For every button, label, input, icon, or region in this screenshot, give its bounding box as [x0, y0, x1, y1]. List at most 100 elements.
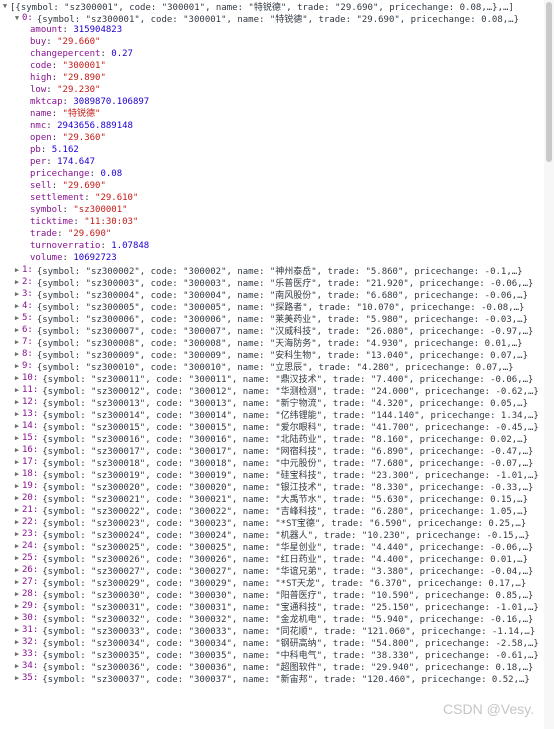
collapsed-item-row[interactable]: ▶ 35: {symbol: "sz300037", code: "300037",… — [0, 672, 554, 685]
collapse-triangle-icon[interactable]: ▶ — [12, 266, 22, 274]
collapse-triangle-icon[interactable]: ▶ — [12, 614, 22, 622]
collapse-triangle-icon[interactable]: ▶ — [12, 626, 22, 634]
field-value: 10692723 — [73, 253, 117, 263]
collapsed-item-row[interactable]: ▶ 2: {symbol: "sz300003", code: "300003", … — [0, 276, 554, 289]
collapsed-item-row[interactable]: ▶ 7: {symbol: "sz300008", code: "300008", … — [0, 336, 554, 349]
collapsed-item-row[interactable]: ▶ 20: {symbol: "sz300021", code: "300021",… — [0, 492, 554, 505]
field-row: symbol: "sz300001" — [30, 205, 128, 215]
collapse-triangle-icon[interactable]: ▶ — [12, 338, 22, 346]
collapsed-item-row[interactable]: ▶ 1: {symbol: "sz300002", code: "300002", … — [0, 264, 554, 277]
item-index: 32: — [22, 637, 39, 647]
field-value: 1.07848 — [111, 241, 150, 251]
collapse-triangle-icon[interactable]: ▶ — [12, 386, 22, 394]
collapsed-item-row[interactable]: ▶ 22: {symbol: "sz300023", code: "300023",… — [0, 516, 554, 529]
item-index: 11: — [22, 385, 39, 395]
collapsed-item-row[interactable]: ▶ 32: {symbol: "sz300034", code: "300034",… — [0, 636, 554, 649]
collapse-triangle-icon[interactable]: ▶ — [12, 662, 22, 670]
field-row: pb: 5.162 — [30, 145, 79, 155]
collapsed-item-row[interactable]: ▶ 25: {symbol: "sz300026", code: "300026",… — [0, 552, 554, 565]
collapsed-item-row[interactable]: ▶ 19: {symbol: "sz300020", code: "300020",… — [0, 480, 554, 493]
expand-triangle-icon[interactable]: ▼ — [0, 2, 10, 10]
collapsed-item-row[interactable]: ▶ 17: {symbol: "sz300018", code: "300018",… — [0, 456, 554, 469]
field-row: per: 174.647 — [30, 157, 96, 167]
collapse-triangle-icon[interactable]: ▶ — [12, 350, 22, 358]
collapse-triangle-icon[interactable]: ▶ — [12, 530, 22, 538]
collapse-triangle-icon[interactable]: ▶ — [12, 554, 22, 562]
collapse-triangle-icon[interactable]: ▶ — [12, 458, 22, 466]
collapsed-item-row[interactable]: ▶ 18: {symbol: "sz300019", code: "300019",… — [0, 468, 554, 481]
collapse-triangle-icon[interactable]: ▶ — [12, 374, 22, 382]
collapse-triangle-icon[interactable]: ▶ — [12, 482, 22, 490]
collapse-triangle-icon[interactable]: ▶ — [12, 674, 22, 682]
collapsed-item-row[interactable]: ▶ 21: {symbol: "sz300022", code: "300022",… — [0, 504, 554, 517]
collapsed-item-row[interactable]: ▶ 3: {symbol: "sz300004", code: "300004", … — [0, 288, 554, 301]
collapse-triangle-icon[interactable]: ▶ — [12, 434, 22, 442]
collapse-triangle-icon[interactable]: ▶ — [12, 278, 22, 286]
scrollbar-thumb[interactable] — [546, 2, 552, 162]
collapsed-item-row[interactable]: ▶ 31: {symbol: "sz300033", code: "300033",… — [0, 624, 554, 637]
collapse-triangle-icon[interactable]: ▶ — [12, 638, 22, 646]
collapsed-item-row[interactable]: ▶ 23: {symbol: "sz300024", code: "300024",… — [0, 528, 554, 541]
collapsed-item-row[interactable]: ▶ 12: {symbol: "sz300013", code: "300013",… — [0, 396, 554, 409]
item-index: 16: — [22, 445, 39, 455]
root-array-line[interactable]: ▼ [{symbol: "sz300001", code: "300001", … — [0, 0, 554, 13]
field-key: turnoverratio — [30, 241, 101, 251]
item-index: 26: — [22, 565, 39, 575]
collapse-triangle-icon[interactable]: ▶ — [12, 362, 22, 370]
collapse-triangle-icon[interactable]: ▶ — [12, 566, 22, 574]
item-index: 30: — [22, 613, 39, 623]
field-key: pricechange — [30, 169, 90, 179]
collapse-triangle-icon[interactable]: ▶ — [12, 290, 22, 298]
collapsed-item-row[interactable]: ▶ 34: {symbol: "sz300036", code: "300036",… — [0, 660, 554, 673]
item-index: 29: — [22, 601, 39, 611]
field-key: buy — [30, 37, 47, 47]
collapse-triangle-icon[interactable]: ▶ — [12, 302, 22, 310]
item-index: 1: — [22, 265, 33, 275]
field-row: mktcap: 3089870.106897 — [30, 97, 150, 107]
collapsed-item-row[interactable]: ▶ 30: {symbol: "sz300032", code: "300032",… — [0, 612, 554, 625]
collapsed-item-row[interactable]: ▶ 15: {symbol: "sz300016", code: "300016",… — [0, 432, 554, 445]
collapse-triangle-icon[interactable]: ▶ — [12, 650, 22, 658]
field-key: mktcap — [30, 97, 63, 107]
collapse-triangle-icon[interactable]: ▶ — [12, 578, 22, 586]
collapsed-item-row[interactable]: ▶ 13: {symbol: "sz300014", code: "300014",… — [0, 408, 554, 421]
field-row: nmc: 2943656.889148 — [30, 121, 133, 131]
field-key: symbol — [30, 205, 63, 215]
expand-triangle-icon[interactable]: ▼ — [12, 14, 22, 22]
collapse-triangle-icon[interactable]: ▶ — [12, 422, 22, 430]
collapsed-item-row[interactable]: ▶ 27: {symbol: "sz300029", code: "300029",… — [0, 576, 554, 589]
collapse-triangle-icon[interactable]: ▶ — [12, 518, 22, 526]
collapse-triangle-icon[interactable]: ▶ — [12, 314, 22, 322]
collapse-triangle-icon[interactable]: ▶ — [12, 542, 22, 550]
collapse-triangle-icon[interactable]: ▶ — [12, 506, 22, 514]
collapsed-item-row[interactable]: ▶ 6: {symbol: "sz300007", code: "300007", … — [0, 324, 554, 337]
item-index: 2: — [22, 277, 33, 287]
collapsed-item-row[interactable]: ▶ 28: {symbol: "sz300030", code: "300030",… — [0, 588, 554, 601]
collapse-triangle-icon[interactable]: ▶ — [12, 326, 22, 334]
field-value: "29.360" — [62, 133, 106, 143]
collapsed-item-row[interactable]: ▶ 24: {symbol: "sz300025", code: "300025",… — [0, 540, 554, 553]
collapse-triangle-icon[interactable]: ▶ — [12, 470, 22, 478]
field-value: "29.610" — [95, 193, 139, 203]
collapse-triangle-icon[interactable]: ▶ — [12, 446, 22, 454]
collapsed-item-row[interactable]: ▶ 29: {symbol: "sz300031", code: "300031",… — [0, 600, 554, 613]
collapse-triangle-icon[interactable]: ▶ — [12, 590, 22, 598]
collapsed-item-row[interactable]: ▶ 11: {symbol: "sz300012", code: "300012",… — [0, 384, 554, 397]
vertical-scrollbar[interactable] — [544, 0, 554, 729]
collapsed-item-row[interactable]: ▶ 16: {symbol: "sz300017", code: "300017",… — [0, 444, 554, 457]
field-key: settlement — [30, 193, 85, 203]
collapsed-item-row[interactable]: ▶ 10: {symbol: "sz300011", code: "300011",… — [0, 372, 554, 385]
collapse-triangle-icon[interactable]: ▶ — [12, 494, 22, 502]
expanded-item-line[interactable]: ▼ 0: {symbol: "sz300001", code: "300001"… — [0, 12, 554, 25]
collapse-triangle-icon[interactable]: ▶ — [12, 410, 22, 418]
collapsed-item-row[interactable]: ▶ 9: {symbol: "sz300010", code: "300010", … — [0, 360, 554, 373]
collapse-triangle-icon[interactable]: ▶ — [12, 398, 22, 406]
collapsed-item-row[interactable]: ▶ 5: {symbol: "sz300006", code: "300006", … — [0, 312, 554, 325]
collapsed-item-row[interactable]: ▶ 4: {symbol: "sz300005", code: "300005", … — [0, 300, 554, 313]
collapse-triangle-icon[interactable]: ▶ — [12, 602, 22, 610]
collapsed-item-row[interactable]: ▶ 33: {symbol: "sz300035", code: "300035",… — [0, 648, 554, 661]
collapsed-item-row[interactable]: ▶ 8: {symbol: "sz300009", code: "300009", … — [0, 348, 554, 361]
collapsed-item-row[interactable]: ▶ 26: {symbol: "sz300027", code: "300027",… — [0, 564, 554, 577]
field-key: sell — [30, 181, 52, 191]
collapsed-item-row[interactable]: ▶ 14: {symbol: "sz300015", code: "300015",… — [0, 420, 554, 433]
